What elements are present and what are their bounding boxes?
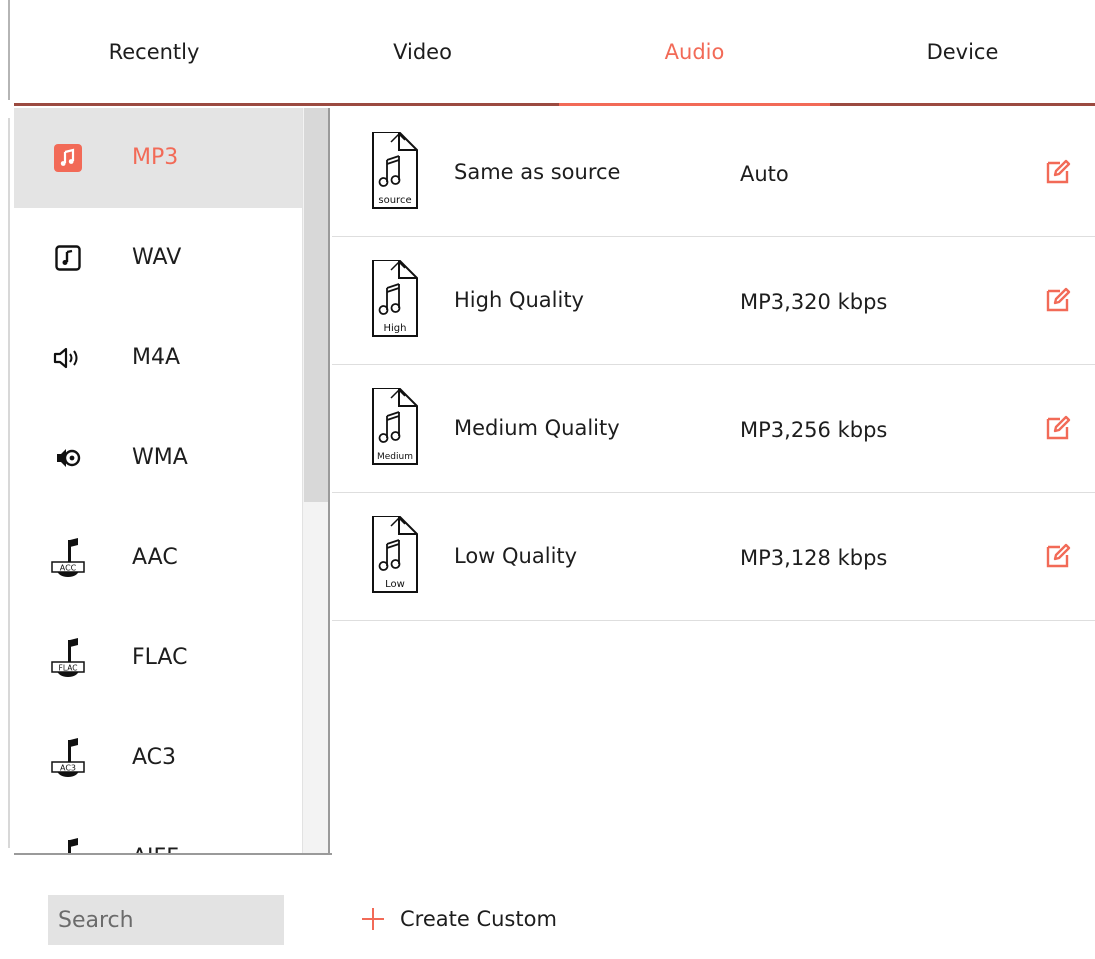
edit-icon[interactable] — [1044, 286, 1074, 314]
plus-icon — [362, 908, 384, 930]
speaker-icon — [50, 338, 86, 378]
format-item-aiff[interactable]: AIFF — [14, 808, 302, 853]
tab-recently[interactable]: Recently — [14, 0, 294, 104]
svg-text:ACC: ACC — [60, 564, 77, 573]
format-label: AC3 — [132, 745, 177, 770]
format-label: MP3 — [132, 145, 179, 170]
active-tab-indicator — [559, 103, 830, 106]
preset-list: source Same as source Auto High High Qua… — [332, 108, 1095, 728]
file-music-icon: Low — [369, 515, 421, 600]
format-list-bottom-border — [14, 853, 332, 855]
left-edge-stub — [8, 0, 10, 100]
format-list-scrollbar[interactable] — [302, 108, 330, 853]
svg-text:AC3: AC3 — [60, 764, 76, 773]
file-music-icon: Medium — [369, 387, 421, 472]
svg-text:FLAC: FLAC — [59, 664, 78, 673]
format-label: AAC — [132, 545, 178, 570]
format-item-flac[interactable]: FLAC FLAC — [14, 608, 302, 708]
note-aiff-icon — [50, 838, 86, 853]
tab-device[interactable]: Device — [830, 0, 1095, 104]
preset-value: MP3,256 kbps — [740, 418, 888, 442]
tab-audio[interactable]: Audio — [559, 0, 830, 104]
tab-underline — [14, 103, 1095, 106]
edit-icon[interactable] — [1044, 542, 1074, 570]
svg-text:Low: Low — [385, 579, 405, 590]
preset-row-high[interactable]: High High Quality MP3,320 kbps — [332, 236, 1095, 365]
music-note-square-icon — [50, 138, 86, 178]
format-item-wma[interactable]: WMA — [14, 408, 302, 508]
file-music-icon: High — [369, 259, 421, 344]
category-tabs: Recently Video Audio Device — [14, 0, 1095, 108]
preset-value: MP3,128 kbps — [740, 546, 888, 570]
format-list: MP3 WAV M4A WMA ACC AAC FLAC FLAC AC3 AC… — [14, 108, 302, 853]
format-item-mp3[interactable]: MP3 — [14, 108, 302, 208]
svg-text:Medium: Medium — [377, 452, 413, 462]
left-edge-line — [8, 118, 10, 848]
preset-value: MP3,320 kbps — [740, 290, 888, 314]
preset-name: Low Quality — [454, 544, 578, 568]
preset-name: High Quality — [454, 288, 584, 312]
format-label: WMA — [132, 445, 188, 470]
tab-video[interactable]: Video — [286, 0, 559, 104]
format-item-aac[interactable]: ACC AAC — [14, 508, 302, 608]
format-label: M4A — [132, 345, 181, 370]
music-note-outline-icon — [50, 238, 86, 278]
svg-text:source: source — [378, 195, 411, 206]
preset-row-source[interactable]: source Same as source Auto — [332, 108, 1095, 237]
preset-value: Auto — [740, 162, 789, 186]
preset-row-low[interactable]: Low Low Quality MP3,128 kbps — [332, 492, 1095, 621]
edit-icon[interactable] — [1044, 158, 1074, 186]
speaker-circle-icon — [50, 438, 86, 478]
scrollbar-thumb[interactable] — [304, 108, 328, 502]
format-label: FLAC — [132, 645, 188, 670]
format-label: AIFF — [132, 808, 179, 853]
preset-row-medium[interactable]: Medium Medium Quality MP3,256 kbps — [332, 364, 1095, 493]
format-label: WAV — [132, 245, 182, 270]
search-input[interactable] — [48, 895, 284, 945]
format-item-wav[interactable]: WAV — [14, 208, 302, 308]
format-item-m4a[interactable]: M4A — [14, 308, 302, 408]
edit-icon[interactable] — [1044, 414, 1074, 442]
note-aac-icon: ACC — [50, 538, 86, 578]
file-music-icon: source — [369, 131, 421, 216]
preset-name: Same as source — [454, 160, 621, 184]
format-item-ac3[interactable]: AC3 AC3 — [14, 708, 302, 808]
note-ac3-icon: AC3 — [50, 738, 86, 778]
svg-text:High: High — [384, 323, 407, 334]
note-flac-icon: FLAC — [50, 638, 86, 678]
create-custom-label: Create Custom — [400, 907, 557, 931]
preset-name: Medium Quality — [454, 416, 620, 440]
create-custom-button[interactable]: Create Custom — [362, 897, 557, 941]
window-left-edge — [0, 0, 10, 959]
